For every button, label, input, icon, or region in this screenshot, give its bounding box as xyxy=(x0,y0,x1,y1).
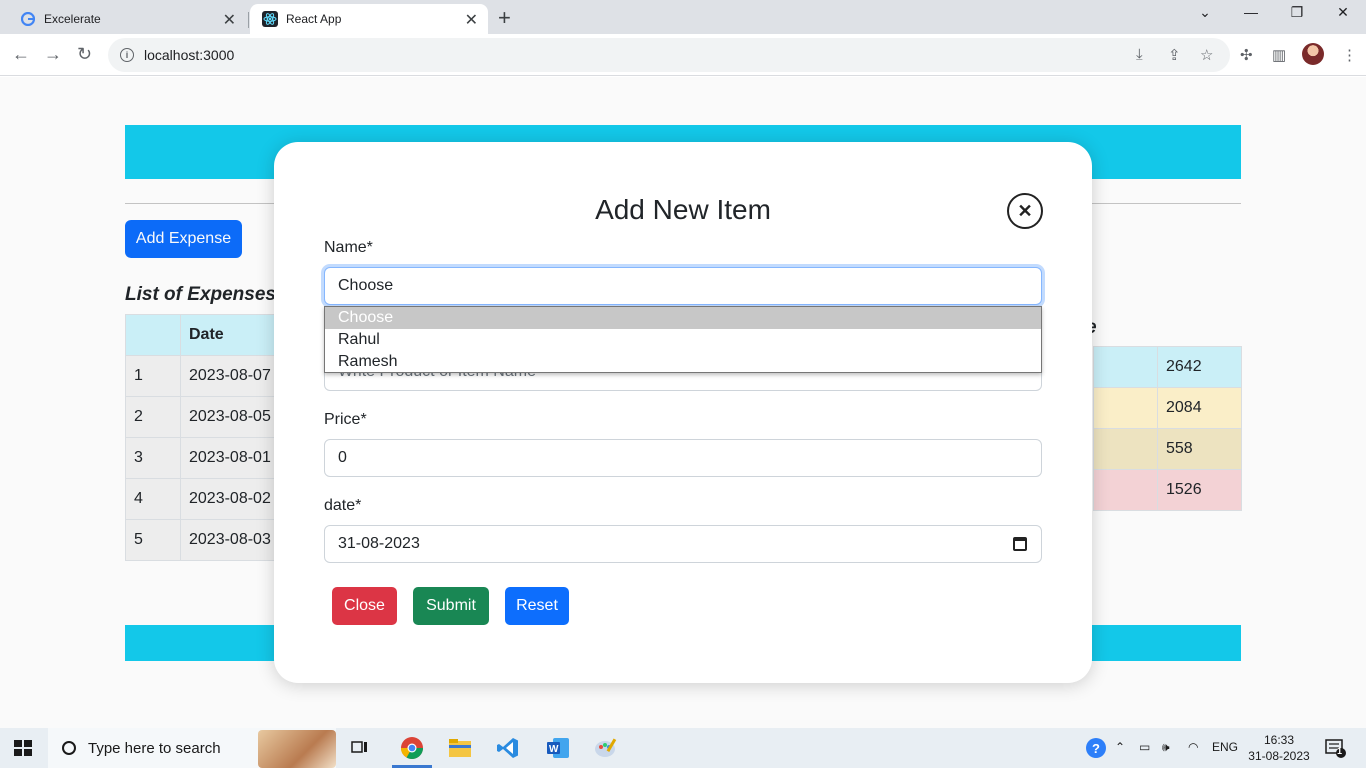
back-arrow-icon[interactable]: ← xyxy=(12,44,30,65)
bookmark-star-icon[interactable]: ☆ xyxy=(1200,46,1213,64)
modal-title: Add New Item xyxy=(595,194,771,225)
close-modal-icon[interactable]: ✕ xyxy=(1007,193,1043,229)
reload-icon[interactable]: ↻ xyxy=(77,44,92,65)
word-icon[interactable]: W xyxy=(534,728,582,768)
close-window-icon[interactable]: ✕ xyxy=(1320,4,1366,21)
name-label: Name* xyxy=(324,239,373,256)
react-icon xyxy=(262,11,278,27)
notification-icon[interactable]: 1 xyxy=(1325,738,1347,761)
tab-react-app[interactable]: React App ✕ xyxy=(250,4,488,34)
name-dropdown-list: Choose Rahul Ramesh xyxy=(324,306,1042,373)
browser-toolbar: ← → ↻ i localhost:3000 ⤓ ⇪ ☆ ✣ ▥ ⋮ xyxy=(0,34,1366,76)
forward-arrow-icon[interactable]: → xyxy=(44,44,62,65)
dropdown-option-rahul[interactable]: Rahul xyxy=(325,329,1041,351)
more-menu-icon[interactable]: ⋮ xyxy=(1342,46,1357,64)
battery-icon[interactable]: ▭ xyxy=(1139,740,1150,754)
taskbar-search-placeholder: Type here to search xyxy=(88,739,221,757)
help-icon[interactable]: ? xyxy=(1085,737,1107,762)
install-app-icon[interactable]: ⤓ xyxy=(1136,46,1143,63)
close-button[interactable]: Close xyxy=(332,587,397,625)
extensions-puzzle-icon[interactable]: ✣ xyxy=(1240,46,1253,64)
price-input[interactable]: 0 xyxy=(324,439,1042,477)
date-value: 31-08-2023 xyxy=(338,535,420,552)
tab-search-chevron-icon[interactable]: ⌄ xyxy=(1182,4,1228,21)
task-view-icon[interactable] xyxy=(336,728,384,768)
add-item-modal: Add New Item ✕ Name* Choose Write Produc… xyxy=(274,142,1092,683)
svg-text:W: W xyxy=(549,744,559,755)
tab-title: React App xyxy=(286,12,342,26)
browser-tab-strip: Excelerate ✕ React App ✕ + ⌄ — ❐ ✕ xyxy=(0,0,1366,34)
restore-icon[interactable]: ❐ xyxy=(1274,4,1320,21)
profile-avatar[interactable] xyxy=(1302,43,1324,65)
submit-button[interactable]: Submit xyxy=(413,587,489,625)
paint-icon[interactable] xyxy=(582,728,630,768)
url-text: localhost:3000 xyxy=(144,47,235,63)
side-panel-icon[interactable]: ▥ xyxy=(1272,46,1286,64)
windows-start-icon[interactable] xyxy=(14,740,32,756)
calendar-icon[interactable] xyxy=(1013,537,1027,551)
notification-count: 1 xyxy=(1337,746,1343,756)
dropdown-option-ramesh[interactable]: Ramesh xyxy=(325,351,1041,373)
close-tab-icon[interactable]: ✕ xyxy=(223,10,236,30)
share-icon[interactable]: ⇪ xyxy=(1168,46,1181,64)
volume-icon[interactable]: 🕪 xyxy=(1162,740,1170,755)
date-label: date* xyxy=(324,497,362,514)
date-input[interactable]: 31-08-2023 xyxy=(324,525,1042,563)
search-highlight-image xyxy=(258,730,336,768)
file-explorer-icon[interactable] xyxy=(436,728,484,768)
new-tab-icon[interactable]: + xyxy=(498,5,511,31)
tab-separator xyxy=(248,12,249,28)
clock-time: 16:33 xyxy=(1263,733,1295,747)
svg-text:?: ? xyxy=(1092,741,1100,756)
google-g-icon xyxy=(20,11,36,27)
tab-excelerate[interactable]: Excelerate ✕ xyxy=(8,4,249,34)
vscode-icon[interactable] xyxy=(484,728,532,768)
reset-button[interactable]: Reset xyxy=(505,587,569,625)
search-icon xyxy=(62,741,76,755)
dropdown-option-choose[interactable]: Choose xyxy=(325,307,1041,329)
tab-title: Excelerate xyxy=(44,12,101,26)
site-info-icon[interactable]: i xyxy=(120,48,134,62)
show-hidden-icons-chevron-icon[interactable]: ⌃ xyxy=(1115,740,1125,754)
price-label: Price* xyxy=(324,411,367,428)
chrome-taskbar-icon[interactable] xyxy=(388,728,436,768)
close-tab-icon[interactable]: ✕ xyxy=(465,10,478,30)
windows-taskbar: Type here to search W ? ⌃ ▭ 🕪 ◠ ENG 16:3… xyxy=(0,728,1366,768)
minimize-icon[interactable]: — xyxy=(1228,4,1274,20)
language-indicator[interactable]: ENG xyxy=(1212,740,1238,754)
address-bar[interactable]: i localhost:3000 xyxy=(108,38,1230,72)
taskbar-clock[interactable]: 16:33 31-08-2023 xyxy=(1243,732,1315,764)
name-select[interactable]: Choose xyxy=(324,267,1042,305)
wifi-icon[interactable]: ◠ xyxy=(1188,740,1198,754)
clock-date: 31-08-2023 xyxy=(1248,749,1310,763)
